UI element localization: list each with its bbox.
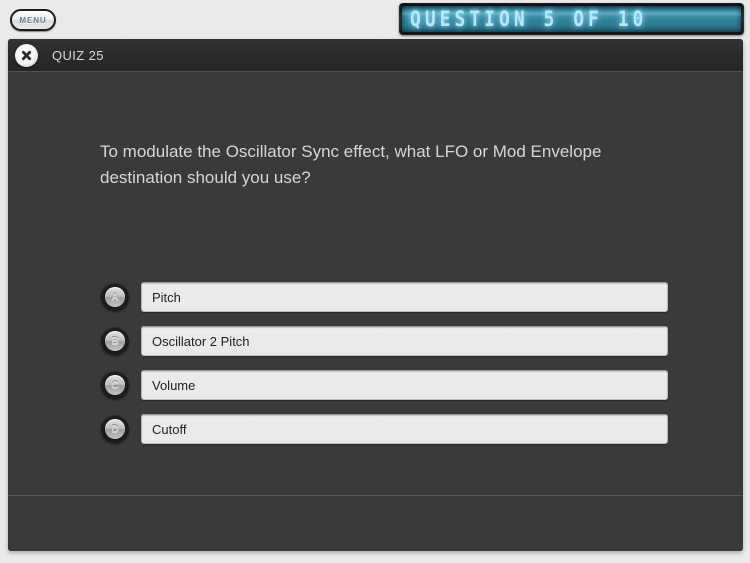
question-counter-text: QUESTION 5 OF 10 — [410, 6, 648, 32]
footer-bar — [8, 496, 743, 551]
answer-text-d[interactable]: Cutoff — [141, 414, 668, 444]
answer-option-b[interactable]: B Oscillator 2 Pitch — [8, 326, 743, 356]
quiz-window: QUIZ 25 To modulate the Oscillator Sync … — [8, 39, 743, 551]
option-letter-badge-a[interactable]: A — [101, 283, 129, 311]
question-text: To modulate the Oscillator Sync effect, … — [100, 142, 602, 187]
option-letter-a: A — [105, 287, 125, 307]
header-bar: QUIZ 25 — [8, 39, 743, 72]
answer-options-list: A Pitch B Oscillator 2 Pitch C Volume D — [8, 282, 743, 458]
page-title: QUIZ 25 — [52, 47, 104, 63]
question-counter-display: QUESTION 5 OF 10 — [399, 3, 744, 35]
option-letter-badge-d[interactable]: D — [101, 415, 129, 443]
option-letter-c: C — [105, 375, 125, 395]
answer-option-c[interactable]: C Volume — [8, 370, 743, 400]
top-strip: MENU QUESTION 5 OF 10 — [0, 0, 750, 40]
answer-text-b[interactable]: Oscillator 2 Pitch — [141, 326, 668, 356]
option-letter-b: B — [105, 331, 125, 351]
option-letter-badge-c[interactable]: C — [101, 371, 129, 399]
answer-option-a[interactable]: A Pitch — [8, 282, 743, 312]
menu-button[interactable]: MENU — [10, 9, 56, 31]
answer-option-d[interactable]: D Cutoff — [8, 414, 743, 444]
menu-button-label: MENU — [19, 15, 47, 25]
quiz-content: To modulate the Oscillator Sync effect, … — [8, 72, 743, 495]
answer-text-a[interactable]: Pitch — [141, 282, 668, 312]
option-letter-d: D — [105, 419, 125, 439]
lcd-screen: QUESTION 5 OF 10 — [402, 6, 741, 32]
option-letter-badge-b[interactable]: B — [101, 327, 129, 355]
answer-text-c[interactable]: Volume — [141, 370, 668, 400]
close-icon[interactable] — [15, 43, 38, 67]
